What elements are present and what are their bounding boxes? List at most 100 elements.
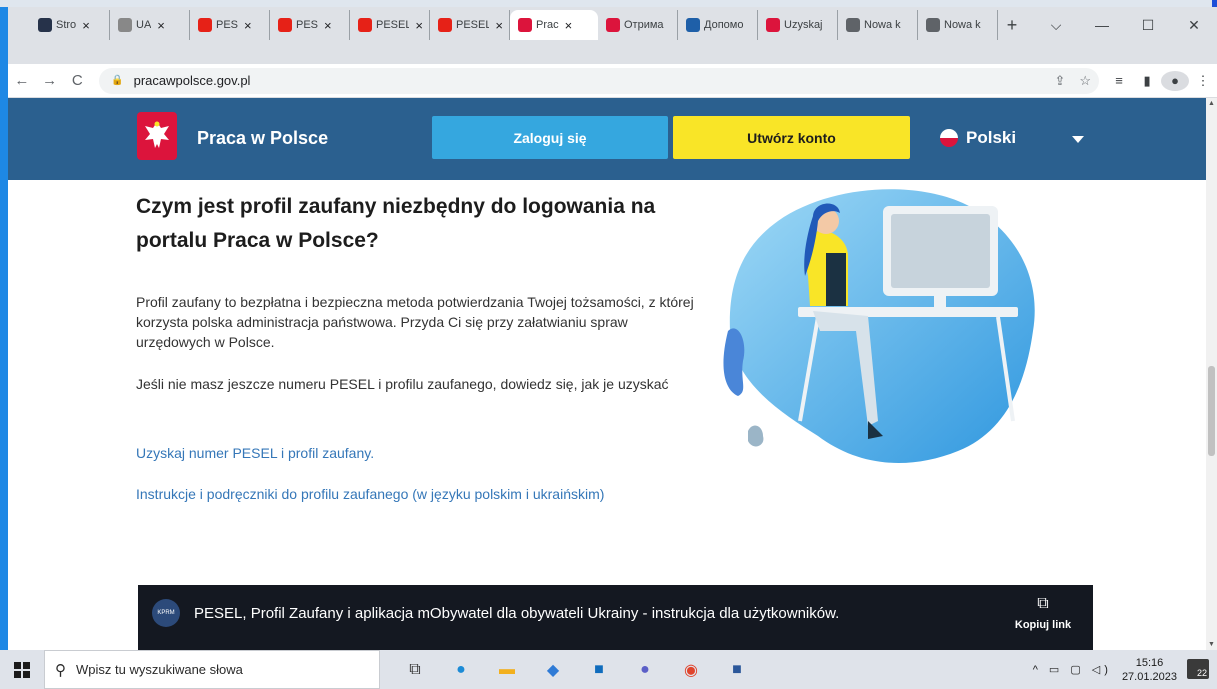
tab-favicon-icon <box>438 18 452 32</box>
intro-paragraph: Profil zaufany to bezpłatna i bezpieczna… <box>136 294 694 350</box>
title-strip <box>0 0 1217 7</box>
scroll-up-icon[interactable]: ▲ <box>1208 100 1215 107</box>
tab-close-icon[interactable]: × <box>82 18 90 33</box>
tab-title: Отрима <box>624 19 664 31</box>
polish-flag-icon <box>940 129 958 147</box>
tab-bar: Stro × UA × PES × PES × PESEL, F × PESEL, F × Prac × О… <box>8 7 1217 64</box>
tab-favicon-icon <box>518 18 532 32</box>
maximize-button[interactable]: ☐ <box>1125 17 1171 34</box>
tab-favicon-icon <box>278 18 292 32</box>
channel-avatar[interactable]: KPRM <box>152 599 180 627</box>
media-control-icon[interactable]: ≡ <box>1105 73 1133 88</box>
forward-icon[interactable]: → <box>36 72 64 89</box>
tab-strip: Stro × UA × PES × PES × PESEL, F × PESEL, F × Prac × О… <box>30 10 1026 40</box>
tab-title: Stro <box>56 19 77 31</box>
close-window-button[interactable]: ✕ <box>1171 17 1217 34</box>
pesel-paragraph: Jeśli nie masz jeszcze numeru PESEL i pr… <box>136 376 669 392</box>
clock[interactable]: 15:16 27.01.2023 <box>1122 656 1177 684</box>
bookmark-star-icon[interactable]: ☆ <box>1079 73 1091 89</box>
photos-icon[interactable]: ◆ <box>530 660 576 680</box>
browser-tab[interactable]: Nowa k <box>838 10 918 40</box>
windows-taskbar: ⚲ Wpisz tu wyszukiwane słowa ⧉ ● ▬ ◆ ■ ●… <box>0 650 1217 689</box>
copy-link-label: Kopiuj link <box>1014 619 1072 631</box>
browser-tab[interactable]: PES × <box>190 10 270 40</box>
browser-tab[interactable]: Uzyskaj <box>758 10 838 40</box>
site-name[interactable]: Praca w Polsce <box>197 128 328 149</box>
scrollbar-thumb[interactable] <box>1208 366 1215 456</box>
video-embed[interactable]: KPRM PESEL, Profil Zaufany i aplikacja m… <box>138 585 1093 650</box>
video-title[interactable]: PESEL, Profil Zaufany i aplikacja mObywa… <box>194 605 839 622</box>
back-icon[interactable]: ← <box>8 72 36 89</box>
browser-tab[interactable]: PESEL, F × <box>350 10 430 40</box>
login-button[interactable]: Zaloguj się <box>432 116 668 159</box>
tray-icons[interactable]: ^ ▭ ▢ ◁) <box>1033 663 1112 676</box>
tab-favicon-icon <box>926 18 940 32</box>
tab-favicon-icon <box>118 18 132 32</box>
word-icon[interactable]: ■ <box>714 661 760 679</box>
chevron-down-icon[interactable] <box>1072 136 1084 143</box>
teams-icon[interactable]: ● <box>622 661 668 679</box>
section-heading: Czym jest profil zaufany niezbędny do lo… <box>136 195 656 252</box>
tab-close-icon[interactable]: × <box>157 18 165 33</box>
chrome-icon[interactable]: ◉ <box>668 660 714 680</box>
side-panel-icon[interactable]: ▮ <box>1133 73 1161 89</box>
browser-tab[interactable]: Допомо <box>678 10 758 40</box>
get-pesel-link[interactable]: Uzyskaj numer PESEL i profil zaufany. <box>136 445 374 461</box>
create-account-button[interactable]: Utwórz konto <box>673 116 910 159</box>
site-header: Praca w Polsce Zaloguj się Utwórz konto … <box>8 98 1206 180</box>
lock-icon[interactable]: 🔒 <box>111 75 123 86</box>
tab-favicon-icon <box>198 18 212 32</box>
copy-link-button[interactable]: ⧉ Kopiuj link <box>1008 595 1078 631</box>
polish-eagle-logo-icon[interactable] <box>137 112 177 160</box>
notification-center-icon[interactable]: 22 <box>1187 659 1209 679</box>
tab-title: PES <box>296 19 319 31</box>
tab-title: PES <box>216 19 239 31</box>
language-selector[interactable]: Polski <box>940 128 1016 148</box>
tab-close-icon[interactable]: × <box>415 18 423 33</box>
browser-tab[interactable]: PES × <box>270 10 350 40</box>
task-view-icon[interactable]: ⧉ <box>392 661 438 679</box>
tab-close-icon[interactable]: × <box>324 18 332 33</box>
browser-tab[interactable]: Nowa k <box>918 10 998 40</box>
windows-start-icon[interactable] <box>0 650 44 689</box>
tab-search-icon[interactable]: ⌵ <box>1033 17 1079 34</box>
instructions-link[interactable]: Instrukcje i podręczniki do profilu zauf… <box>136 486 604 502</box>
date: 27.01.2023 <box>1121 670 1177 683</box>
new-tab-button[interactable]: + <box>998 10 1026 40</box>
tab-title: Допомо <box>704 19 744 31</box>
tab-title: PESEL, F <box>456 19 489 31</box>
tab-title: Nowa k <box>944 19 981 31</box>
browser-tab[interactable]: Stro × <box>30 10 110 40</box>
browser-tab[interactable]: PESEL, F × <box>430 10 510 40</box>
reload-icon[interactable]: C <box>63 72 91 89</box>
browser-tab[interactable]: Отрима <box>598 10 678 40</box>
tab-close-icon[interactable]: × <box>495 18 503 33</box>
tab-title: Prac <box>536 19 559 31</box>
profile-avatar-icon[interactable]: ● <box>1161 70 1190 91</box>
outlook-icon[interactable]: ■ <box>576 661 622 679</box>
tab-favicon-icon <box>606 18 620 32</box>
tab-close-icon[interactable]: × <box>565 18 573 33</box>
scroll-down-icon[interactable]: ▼ <box>1208 641 1215 648</box>
minimize-button[interactable]: — <box>1079 17 1125 33</box>
time: 15:16 <box>1135 656 1164 669</box>
address-bar: ← → C 🔒 pracawpolsce.gov.pl ⇪ ☆ ≡ ▮ ● ⋮ <box>8 64 1217 98</box>
browser-tab[interactable]: UA × <box>110 10 190 40</box>
url-field[interactable]: 🔒 pracawpolsce.gov.pl ⇪ ☆ <box>99 67 1100 94</box>
tab-favicon-icon <box>38 18 52 32</box>
browser-menu-icon[interactable]: ⋮ <box>1189 73 1217 89</box>
tab-favicon-icon <box>846 18 860 32</box>
edge-icon[interactable]: ● <box>438 661 484 679</box>
browser-tab[interactable]: Prac × <box>510 10 598 40</box>
tab-title: PESEL, F <box>376 19 409 31</box>
tab-favicon-icon <box>686 18 700 32</box>
taskbar-search-input[interactable]: ⚲ Wpisz tu wyszukiwane słowa <box>44 650 380 689</box>
copy-icon: ⧉ <box>1037 595 1049 612</box>
web-page: Praca w Polsce Zaloguj się Utwórz konto … <box>8 98 1206 650</box>
share-icon[interactable]: ⇪ <box>1054 73 1065 89</box>
url-text: pracawpolsce.gov.pl <box>133 73 251 88</box>
tab-close-icon[interactable]: × <box>244 18 252 33</box>
file-explorer-icon[interactable]: ▬ <box>484 661 530 679</box>
page-scrollbar[interactable]: ▲ ▼ <box>1206 98 1217 650</box>
left-accent-strip <box>0 0 8 650</box>
